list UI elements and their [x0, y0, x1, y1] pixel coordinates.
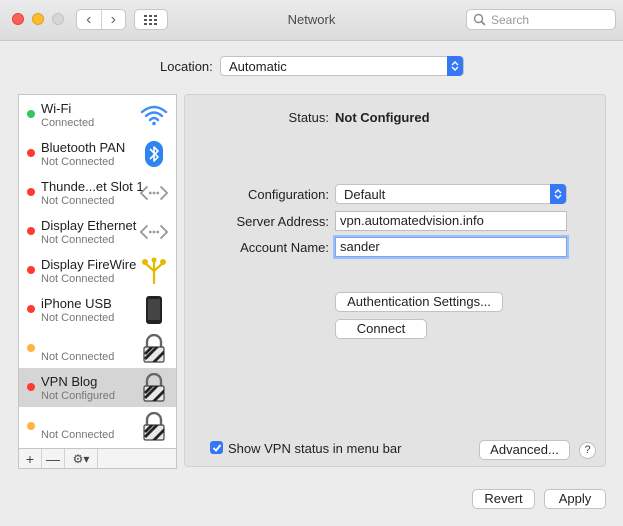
service-item-bluetooth-pan[interactable]: Bluetooth PAN Not Connected — [19, 134, 176, 173]
server-address-field[interactable]: vpn.automatedvision.info — [335, 211, 567, 231]
service-actions-gear-button[interactable]: ⚙︎▾ — [65, 449, 98, 468]
service-name: Bluetooth PAN — [41, 140, 126, 155]
revert-button[interactable]: Revert — [472, 489, 535, 509]
location-popup[interactable]: Automatic — [220, 56, 464, 76]
remove-service-button[interactable]: — — [42, 449, 65, 468]
popup-arrows-icon — [550, 184, 566, 204]
status-dot-red — [27, 305, 35, 313]
service-item-iphone-usb[interactable]: iPhone USB Not Connected — [19, 290, 176, 329]
service-status: Not Connected — [41, 273, 115, 285]
location-value: Automatic — [229, 59, 287, 74]
wifi-icon — [140, 100, 168, 130]
vpn-lock-icon — [140, 334, 168, 364]
service-name: Thunde...et Slot 1 — [41, 179, 144, 194]
service-name: VPN Blog — [41, 374, 98, 389]
service-status: Connected — [41, 117, 95, 129]
configuration-popup[interactable]: Default — [335, 184, 567, 204]
status-value: Not Configured — [335, 110, 430, 125]
checkmark-icon — [212, 443, 221, 452]
status-label: Status: — [288, 110, 329, 125]
search-placeholder: Search — [491, 12, 530, 27]
vpn-lock-icon — [140, 412, 168, 442]
status-dot-red — [27, 266, 35, 274]
service-name: Display Ethernet — [41, 218, 137, 233]
service-status: Not Configured — [41, 390, 115, 402]
account-name-label: Account Name: — [240, 240, 329, 255]
status-dot-red — [27, 149, 35, 157]
add-service-button[interactable]: + — [19, 449, 42, 468]
bluetooth-icon — [140, 139, 168, 169]
service-name: Wi-Fi — [41, 101, 72, 116]
service-list: Wi-Fi Connected Bluetooth PAN Not Connec… — [18, 94, 177, 449]
authentication-settings-button[interactable]: Authentication Settings... — [335, 292, 503, 312]
location-label: Location: — [160, 59, 213, 74]
configuration-value: Default — [344, 187, 386, 202]
iphone-icon — [140, 295, 168, 325]
service-name: iPhone USB — [41, 296, 112, 311]
search-field[interactable]: Search — [466, 9, 616, 30]
server-address-label: Server Address: — [236, 214, 330, 229]
service-list-footer: + — ⚙︎▾ — [18, 449, 177, 469]
status-dot-green — [27, 110, 35, 118]
service-item-wifi[interactable]: Wi-Fi Connected — [19, 95, 176, 134]
ethernet-icon — [140, 217, 168, 247]
status-dot-red — [27, 188, 35, 196]
service-item-display-firewire[interactable]: Display FireWire Not Connected — [19, 251, 176, 290]
service-item-vpn-unnamed-1[interactable]: Not Connected — [19, 329, 176, 368]
configuration-label: Configuration: — [248, 187, 329, 202]
status-dot-yellow — [27, 422, 35, 430]
service-status: Not Connected — [41, 351, 115, 363]
ethernet-icon — [140, 178, 168, 208]
service-detail-panel — [184, 94, 606, 467]
service-item-thunderbolt-ethernet[interactable]: Thunde...et Slot 1 Not Connected — [19, 173, 176, 212]
account-name-field[interactable]: sander — [335, 237, 567, 257]
popup-arrows-icon — [447, 56, 463, 76]
show-vpn-status-label: Show VPN status in menu bar — [228, 441, 402, 456]
service-name: Display FireWire — [41, 257, 137, 272]
search-icon — [473, 13, 486, 26]
service-item-vpn-unnamed-2[interactable]: Not Connected — [19, 407, 176, 446]
status-dot-yellow — [27, 344, 35, 352]
connect-button[interactable]: Connect — [335, 319, 427, 339]
service-status: Not Connected — [41, 156, 115, 168]
service-status: Not Connected — [41, 195, 115, 207]
vpn-lock-icon — [140, 373, 168, 403]
service-status: Not Connected — [41, 429, 115, 441]
status-dot-red — [27, 383, 35, 391]
status-dot-red — [27, 227, 35, 235]
title-bar: ‹ › Network Search — [0, 0, 623, 41]
help-button[interactable]: ? — [579, 442, 596, 459]
service-item-display-ethernet[interactable]: Display Ethernet Not Connected — [19, 212, 176, 251]
service-status: Not Connected — [41, 312, 115, 324]
advanced-button[interactable]: Advanced... — [479, 440, 570, 460]
apply-button[interactable]: Apply — [544, 489, 606, 509]
show-vpn-status-checkbox[interactable] — [210, 441, 223, 454]
network-preferences-window: ‹ › Network Search Location: Automatic W… — [0, 0, 623, 526]
firewire-icon — [140, 256, 168, 286]
service-item-vpn-blog[interactable]: VPN Blog Not Configured — [19, 368, 176, 407]
service-status: Not Connected — [41, 234, 115, 246]
